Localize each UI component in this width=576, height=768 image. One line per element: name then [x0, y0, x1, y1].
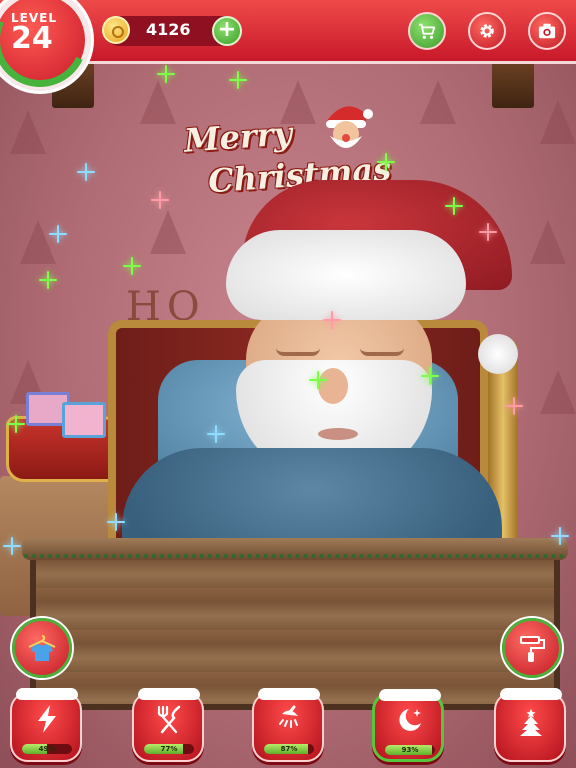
coin-count: 4126 — [146, 20, 191, 39]
sparkle — [445, 197, 463, 215]
hygiene-button[interactable]: 87% — [252, 688, 324, 762]
snow-cap — [138, 688, 200, 700]
snow-cap — [500, 688, 562, 700]
snow-cap — [379, 689, 441, 701]
energy-percent: 49% — [38, 745, 56, 753]
food-button[interactable]: 77% — [132, 688, 204, 762]
sparkle — [39, 271, 57, 289]
level-number: 24 — [11, 21, 53, 56]
christmas-tree-icon — [520, 709, 542, 736]
wallpaper-tree — [10, 110, 46, 154]
santa-hat-pompom — [478, 334, 518, 374]
sparkle — [505, 397, 523, 415]
lightning-icon — [38, 705, 56, 733]
shower-icon — [279, 705, 298, 728]
sparkle — [123, 257, 141, 275]
sparkle — [157, 65, 175, 83]
gift-box — [62, 402, 106, 438]
sparkle — [309, 371, 327, 389]
sparkle — [551, 527, 569, 545]
santa-face-sign-icon — [326, 106, 373, 148]
sparkle — [49, 225, 67, 243]
wallpaper-tree — [140, 80, 176, 124]
coin-icon — [102, 16, 130, 44]
sparkle — [229, 71, 247, 89]
energy-button[interactable]: 49% — [10, 688, 82, 762]
sleep-button[interactable]: 93% — [372, 689, 444, 762]
sparkle — [107, 513, 125, 531]
bed-footboard — [30, 540, 560, 710]
sleep-percent: 93% — [401, 746, 419, 754]
shop-button[interactable] — [408, 12, 446, 50]
santa-mouth — [318, 428, 358, 440]
sparkle — [7, 415, 25, 433]
hanger-shirt-icon — [28, 635, 56, 661]
sparkle — [479, 223, 497, 241]
camera-icon — [538, 23, 556, 39]
wallpaper-tree — [150, 210, 186, 254]
santa-eye-left — [276, 348, 320, 356]
snow-cap — [16, 688, 78, 700]
wallpaper-tree — [540, 100, 576, 144]
camera-button[interactable] — [528, 12, 566, 50]
outfit-button[interactable] — [12, 618, 72, 678]
add-coins-button[interactable]: + — [212, 16, 242, 46]
decorate-button[interactable] — [494, 688, 566, 762]
santa-eye-right — [360, 348, 404, 356]
garland — [24, 548, 564, 558]
hygiene-percent: 87% — [280, 745, 298, 753]
sparkle — [421, 367, 439, 385]
sparkle — [77, 163, 95, 181]
paint-roller-icon — [520, 636, 545, 662]
wallpaper-tree — [530, 220, 566, 264]
settings-button[interactable] — [468, 12, 506, 50]
wallpaper-tree — [540, 370, 576, 414]
sparkle — [3, 537, 21, 555]
snow-cap — [258, 688, 320, 700]
sparkle — [323, 311, 341, 329]
sparkle — [207, 425, 225, 443]
paint-button[interactable] — [502, 618, 562, 678]
sign-text-merry: Merry — [182, 114, 294, 160]
sparkle — [377, 153, 395, 171]
moon-stars-icon — [399, 709, 421, 731]
food-percent: 77% — [160, 745, 178, 753]
fork-knife-icon — [157, 705, 181, 734]
cart-icon — [418, 23, 436, 39]
ceiling-beam — [492, 62, 534, 108]
gear-icon — [480, 24, 494, 38]
santa-hat-brim — [226, 230, 466, 320]
sparkle — [151, 191, 169, 209]
